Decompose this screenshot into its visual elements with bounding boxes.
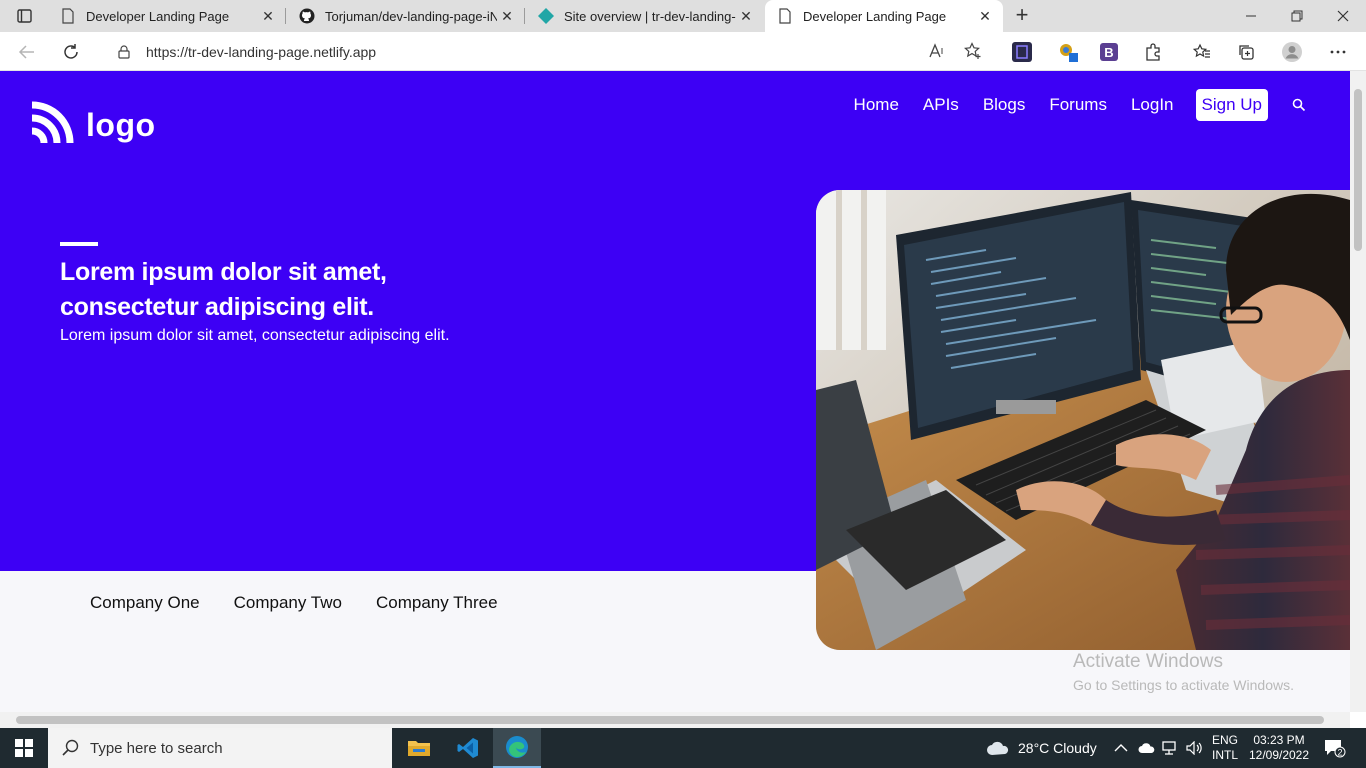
onedrive-cloud-icon[interactable] (1138, 728, 1156, 768)
feed-logo-icon (30, 101, 74, 150)
activate-windows-watermark: Activate Windows Go to Settings to activ… (1073, 651, 1294, 693)
horizontal-scroll-thumb[interactable] (16, 716, 1324, 724)
svg-text:2: 2 (1337, 748, 1342, 758)
main-nav: Home APIs Blogs Forums LogIn Sign Up (830, 89, 1306, 121)
tab-title: Developer Landing Page (803, 8, 947, 24)
web-page: logo Home APIs Blogs Forums LogIn Sign U… (0, 71, 1350, 712)
clock-date: 12/09/2022 (1248, 748, 1310, 762)
windows-start-icon[interactable] (0, 728, 48, 768)
weather-widget[interactable]: 28°C Cloudy (986, 728, 1097, 768)
tab-github[interactable]: Torjuman/dev-landing-page-iNe ✕ (287, 0, 525, 32)
edge-browser-icon[interactable] (493, 728, 541, 768)
bootstrap-extension-icon[interactable]: B (1097, 40, 1121, 64)
github-icon (299, 8, 315, 24)
read-aloud-icon[interactable] (928, 42, 946, 65)
extensions-icon[interactable] (1141, 40, 1165, 64)
weather-text: 28°C Cloudy (1018, 740, 1097, 756)
tab-developer-landing-page-active[interactable]: Developer Landing Page ✕ (765, 0, 1003, 32)
address-toolbar: https://tr-dev-landing-page.netlify.app … (0, 32, 1366, 71)
url-text: https://tr-dev-landing-page.netlify.app (146, 43, 377, 60)
volume-icon[interactable] (1186, 728, 1204, 768)
site-logo[interactable]: logo (30, 101, 156, 150)
extension-puzzle-color-icon[interactable] (1056, 40, 1080, 64)
input-language[interactable]: ENG INTL (1212, 728, 1238, 768)
vertical-scroll-thumb[interactable] (1354, 89, 1362, 251)
collections-icon[interactable] (1234, 40, 1258, 64)
lang-bottom: INTL (1212, 748, 1239, 762)
company-two: Company Two (233, 593, 342, 612)
profile-avatar-icon[interactable] (1280, 40, 1304, 64)
restore-icon[interactable] (1274, 0, 1320, 32)
vertical-scrollbar[interactable] (1350, 71, 1366, 712)
close-icon[interactable]: ✕ (975, 6, 995, 26)
nav-login-link[interactable]: LogIn (1131, 95, 1174, 115)
url-field[interactable]: https://tr-dev-landing-page.netlify.app (100, 36, 994, 67)
back-arrow-icon[interactable] (14, 39, 40, 65)
tab-title: Developer Landing Page (86, 8, 230, 24)
close-icon[interactable]: ✕ (736, 6, 756, 26)
refresh-icon[interactable] (58, 39, 84, 65)
horizontal-scrollbar[interactable] (0, 712, 1350, 728)
netlify-icon (538, 8, 554, 24)
clock-time: 03:23 PM (1253, 733, 1305, 747)
hero-subtitle: Lorem ipsum dolor sit amet, consectetur … (60, 327, 450, 344)
taskbar-search-placeholder: Type here to search (90, 739, 223, 757)
logo-text: logo (86, 107, 156, 143)
page-icon (60, 8, 76, 24)
show-hidden-icons[interactable] (1114, 728, 1128, 768)
developer-at-computer-image (816, 190, 1350, 650)
new-tab-button[interactable]: + (1010, 4, 1034, 28)
file-explorer-icon[interactable] (395, 728, 443, 768)
svg-text:B: B (1104, 45, 1113, 60)
company-three: Company Three (375, 593, 498, 612)
tab-netlify[interactable]: Site overview | tr-dev-landing-pa ✕ (526, 0, 764, 32)
nav-home-link[interactable]: Home (854, 95, 899, 115)
signup-button[interactable]: Sign Up (1195, 89, 1268, 121)
tab-actions-icon[interactable] (10, 6, 38, 26)
search-icon (62, 739, 80, 757)
tab-developer-landing-page-1[interactable]: Developer Landing Page ✕ (48, 0, 286, 32)
nav-apis-link[interactable]: APIs (923, 95, 959, 115)
tab-title: Site overview | tr-dev-landing-pa (564, 8, 736, 24)
activate-title: Activate Windows (1073, 651, 1223, 672)
extension-dark-icon[interactable] (1010, 40, 1034, 64)
cloud-icon (986, 740, 1010, 756)
more-menu-icon[interactable] (1326, 40, 1350, 64)
windows-taskbar: Type here to search 28°C Cloudy ENG INTL… (0, 728, 1366, 768)
lang-top: ENG (1212, 733, 1239, 747)
activate-subtitle: Go to Settings to activate Windows. (1073, 677, 1294, 693)
lock-icon[interactable] (118, 44, 130, 59)
favorites-icon[interactable] (1190, 40, 1214, 64)
chevron-up-icon (1114, 743, 1128, 753)
hero-accent-line (60, 242, 98, 246)
close-icon[interactable]: ✕ (497, 6, 517, 26)
vscode-icon[interactable] (444, 728, 492, 768)
taskbar-search-input[interactable]: Type here to search (48, 728, 392, 768)
company-list: Company One Company Two Company Three (90, 593, 498, 613)
notifications-icon[interactable]: 2 (1324, 728, 1346, 768)
page-icon (777, 8, 793, 24)
company-one: Company One (90, 593, 200, 612)
nav-forums-link[interactable]: Forums (1049, 95, 1107, 115)
close-window-icon[interactable] (1320, 0, 1366, 32)
add-favorite-icon[interactable] (964, 42, 982, 65)
close-icon[interactable]: ✕ (258, 6, 278, 26)
hero-title: Lorem ipsum dolor sit amet, consectetur … (60, 258, 387, 321)
browser-tab-bar: Developer Landing Page ✕ Torjuman/dev-la… (0, 0, 1366, 32)
tab-title: Torjuman/dev-landing-page-iNe (325, 8, 497, 24)
nav-blogs-link[interactable]: Blogs (983, 95, 1026, 115)
network-icon[interactable] (1162, 728, 1180, 768)
clock[interactable]: 03:23 PM 12/09/2022 (1246, 728, 1312, 768)
search-icon[interactable] (1292, 98, 1306, 112)
minimize-icon[interactable] (1228, 0, 1274, 32)
